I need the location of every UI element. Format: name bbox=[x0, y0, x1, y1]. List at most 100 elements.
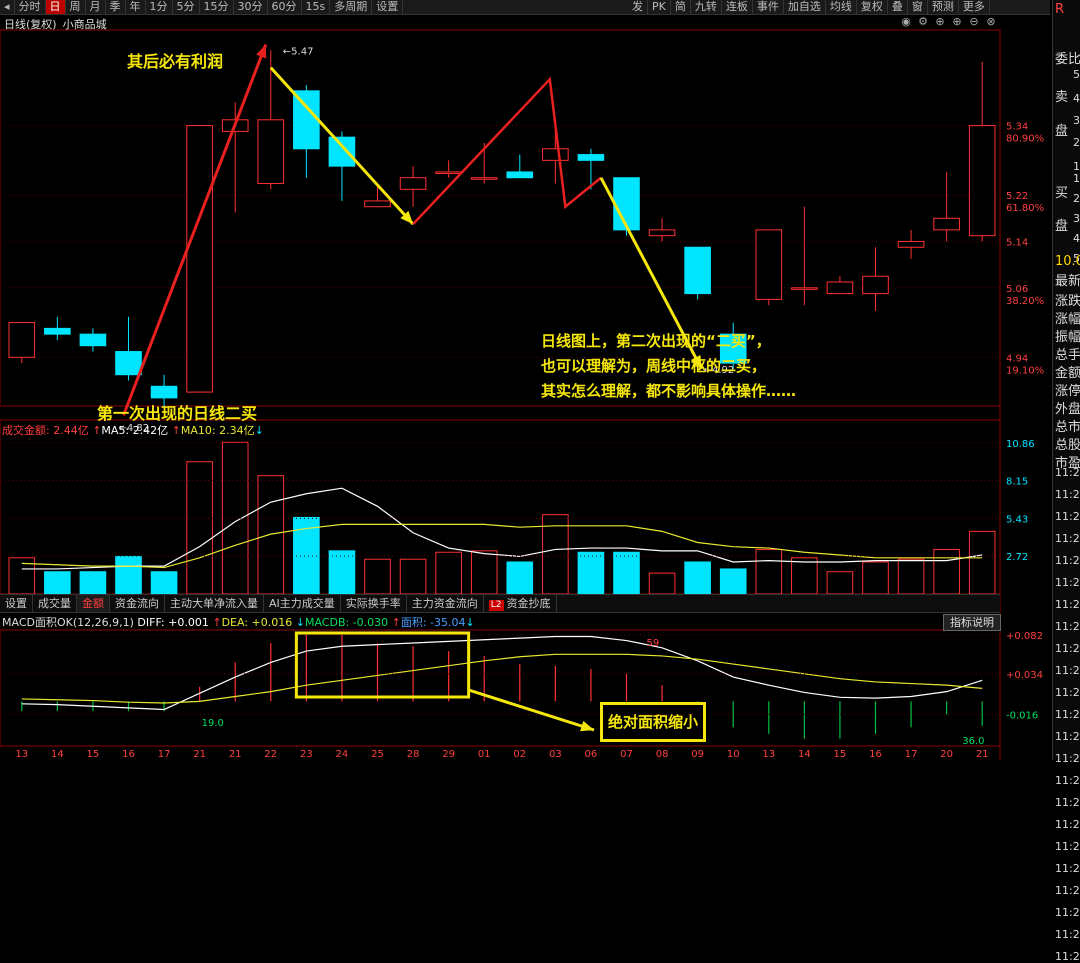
macd-frame bbox=[0, 629, 1001, 747]
indicator-tabs: 设置 成交量 金额 资金流向 主动大单净流入量 AI主力成交量 实际换手率 主力资金流向 L2 资… bbox=[0, 594, 1000, 613]
right-panel-label-12: 外盘 bbox=[1055, 402, 1080, 417]
date-label: 16 bbox=[122, 749, 135, 760]
date-label: 09 bbox=[691, 749, 704, 760]
right-panel-time-12: 11:2 bbox=[1055, 730, 1080, 743]
indicator-tab-1[interactable]: 成交量 bbox=[33, 595, 77, 612]
volume-bar bbox=[719, 568, 747, 595]
date-label: 13 bbox=[15, 749, 28, 760]
indicator-tab-6[interactable]: 实际换手率 bbox=[341, 595, 407, 612]
right-panel-time-13: 11:2 bbox=[1055, 752, 1080, 765]
indicator-tab-3[interactable]: 资金流向 bbox=[110, 595, 165, 612]
right-panel-time-16: 11:2 bbox=[1055, 818, 1080, 831]
right-panel-label-4: 盘 bbox=[1055, 219, 1069, 234]
right-panel-label-10: 金额 bbox=[1055, 366, 1080, 381]
volume-bar bbox=[186, 461, 213, 595]
indicator-tab-8[interactable]: L2 资金抄底 bbox=[484, 595, 557, 612]
volume-tick-label: 8.15 bbox=[1006, 477, 1028, 488]
indicator-tab-label: AI主力成交量 bbox=[269, 597, 335, 610]
date-label: 21 bbox=[976, 749, 989, 760]
candle-body bbox=[897, 240, 925, 248]
candle-body bbox=[470, 177, 498, 180]
right-panel-level-2: 3 bbox=[1073, 114, 1080, 127]
right-panel-time-5: 11:2 bbox=[1055, 576, 1080, 589]
annotation-second-buy-2: 也可以理解为，周线中枢的二买， bbox=[541, 357, 767, 375]
right-panel-time-3: 11:2 bbox=[1055, 532, 1080, 545]
pct-tick-label: 80.90% bbox=[1006, 134, 1044, 145]
indicator-tab-2[interactable]: 金额 bbox=[77, 595, 110, 612]
macd-macdb: MACDB: -0.030 bbox=[304, 616, 389, 629]
date-label: 29 bbox=[442, 749, 455, 760]
date-label: 14 bbox=[798, 749, 811, 760]
volume-bar bbox=[257, 475, 285, 595]
indicator-tab-label: 主力资金流向 bbox=[411, 597, 478, 610]
right-panel-level-6: 2 bbox=[1073, 192, 1080, 205]
indicator-tab-label: 设置 bbox=[5, 597, 27, 610]
date-label: 13 bbox=[762, 749, 775, 760]
volume-bar bbox=[897, 558, 925, 595]
indicator-tab-0[interactable]: 设置 bbox=[0, 595, 33, 612]
right-panel-label-7: 涨幅 bbox=[1055, 312, 1080, 327]
candle-body bbox=[328, 136, 356, 167]
volume-bar bbox=[968, 530, 996, 595]
max-price-label: ←5.47 bbox=[283, 46, 314, 57]
right-panel-level-7: 3 bbox=[1073, 212, 1080, 225]
right-panel-level-5: 1 bbox=[1073, 172, 1080, 185]
volume-header: 成交金额: 2.44亿 ↑MA5: 2.42亿 ↑MA10: 2.34亿↓ bbox=[2, 424, 264, 437]
candle-body bbox=[399, 177, 427, 190]
right-panel-value: 10.0 bbox=[1055, 254, 1080, 269]
right-panel-time-8: 11:2 bbox=[1055, 642, 1080, 655]
right-panel-label-9: 总手 bbox=[1055, 348, 1080, 363]
macd-yellow-arrow bbox=[468, 688, 595, 732]
date-label: 21 bbox=[193, 749, 206, 760]
right-panel-time-6: 11:2 bbox=[1055, 598, 1080, 611]
kline-chart: 5.34 5.22 5.14 5.06 4.94 80.90% 61.80% 38.20% 19… bbox=[0, 29, 1044, 760]
indicator-tab-5[interactable]: AI主力成交量 bbox=[264, 595, 341, 612]
volume-bar bbox=[826, 571, 854, 595]
macd-label-a: 19.0 bbox=[202, 718, 224, 729]
candle-body bbox=[8, 322, 36, 358]
indicator-tab-7[interactable]: 主力资金流向 bbox=[407, 595, 484, 612]
date-label: 08 bbox=[656, 749, 669, 760]
annotation-second-buy-1: 日线图上，第二次出现的“二买”， bbox=[541, 332, 771, 350]
volume-bar bbox=[364, 558, 391, 595]
volume-bar bbox=[435, 551, 462, 595]
indicator-tab-label: 资金流向 bbox=[115, 597, 159, 610]
volume-ma10-line bbox=[21, 523, 983, 569]
volume-bar bbox=[150, 571, 178, 595]
macd-tick-label: -0.016 bbox=[1006, 710, 1038, 721]
volume-bar bbox=[933, 548, 960, 595]
price-tick-label: 5.34 bbox=[1006, 122, 1028, 133]
price-tick-label: 5.14 bbox=[1006, 237, 1028, 248]
candle-body bbox=[826, 281, 854, 295]
indicator-tab-4[interactable]: 主动大单净流入量 bbox=[165, 595, 264, 612]
indicator-tab-label: 成交量 bbox=[38, 597, 71, 610]
macd-yellow-arrow-head bbox=[580, 720, 594, 732]
date-label: 24 bbox=[336, 749, 349, 760]
date-label: 15 bbox=[87, 749, 100, 760]
candle-body bbox=[577, 154, 605, 161]
volume-bar bbox=[470, 550, 498, 595]
indicator-help-button[interactable]: 指标说明 bbox=[943, 614, 1001, 631]
right-quote-panel: R 委比卖盘买盘最新 涨跌 涨幅 振幅 总手 金额 涨停 外盘 总市 总股 市盈 5 4 3 2 1 1 2 3 4 5 1… bbox=[1052, 0, 1080, 963]
right-panel-label-5: 最新 bbox=[1055, 274, 1080, 289]
macd-area: 面积: -35.04 bbox=[400, 616, 466, 629]
candle-body bbox=[684, 246, 711, 295]
macd-highlight-box bbox=[294, 631, 471, 699]
macd-label-b: 59 bbox=[647, 638, 660, 649]
candle-body bbox=[435, 171, 462, 174]
volume-ma10: MA10: 2.34亿 bbox=[180, 424, 255, 437]
date-label: 01 bbox=[478, 749, 491, 760]
candle-body bbox=[44, 327, 71, 335]
volume-tick-label: 10.86 bbox=[1006, 439, 1035, 450]
right-panel-time-22: 11:2 bbox=[1055, 950, 1080, 963]
right-panel-r-badge: R bbox=[1055, 2, 1065, 17]
right-panel-label-13: 总市 bbox=[1055, 420, 1080, 435]
annotation-top: 其后必有利润 bbox=[127, 52, 224, 71]
volume-tick-label: 5.43 bbox=[1006, 514, 1028, 525]
macd-tick-label: +0.034 bbox=[1006, 670, 1043, 681]
date-label: 17 bbox=[158, 749, 171, 760]
date-label: 15 bbox=[834, 749, 847, 760]
volume-bar bbox=[44, 571, 71, 595]
indicator-tab-label: 实际换手率 bbox=[345, 597, 401, 610]
right-panel-level-3: 2 bbox=[1073, 136, 1080, 149]
